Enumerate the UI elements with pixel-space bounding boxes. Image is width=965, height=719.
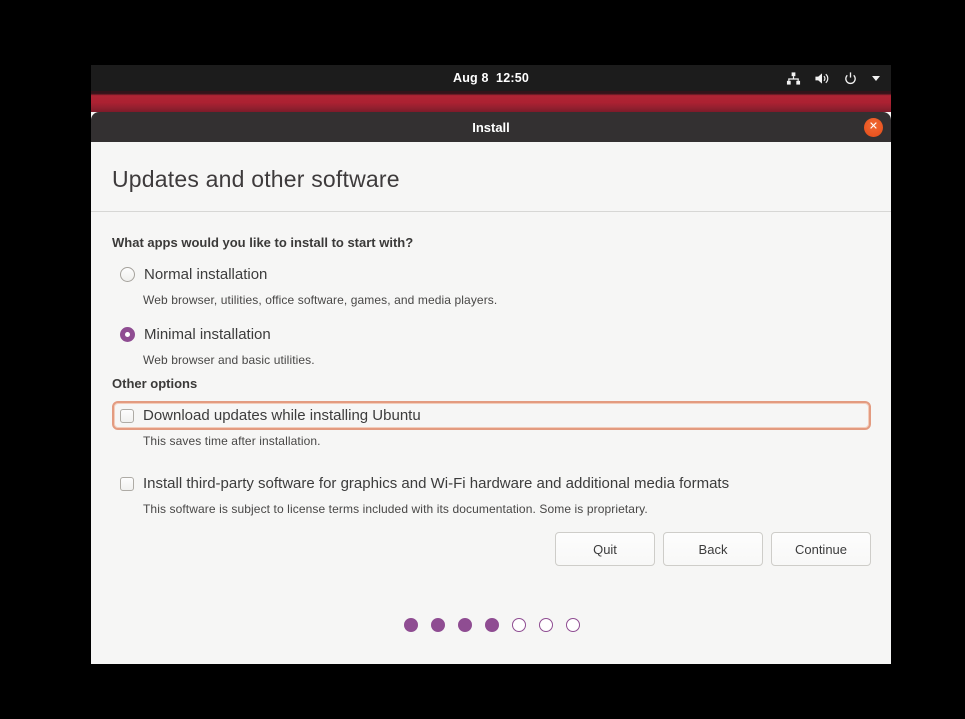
checkbox-row-download-updates[interactable]: Download updates while installing Ubuntu bbox=[112, 401, 871, 430]
close-icon: ✕ bbox=[868, 120, 879, 133]
status-icon-tray[interactable] bbox=[786, 65, 881, 91]
page-title: Updates and other software bbox=[112, 166, 400, 192]
checkbox-label[interactable]: Download updates while installing Ubuntu bbox=[143, 407, 421, 424]
network-icon bbox=[786, 71, 801, 86]
progress-dot bbox=[538, 618, 553, 632]
navigation-buttons: Quit Back Continue bbox=[112, 532, 871, 566]
installer-body: What apps would you like to install to s… bbox=[91, 212, 891, 632]
installer-content: Updates and other software What apps wou… bbox=[91, 142, 891, 664]
window-title: Install bbox=[472, 119, 510, 135]
radio-label[interactable]: Normal installation bbox=[144, 266, 267, 283]
power-icon bbox=[843, 71, 858, 86]
progress-dot bbox=[430, 618, 445, 632]
progress-dot bbox=[484, 618, 499, 632]
progress-dot bbox=[565, 618, 580, 632]
desktop-wallpaper bbox=[91, 91, 891, 112]
gnome-top-bar: Aug 8 12:50 bbox=[91, 65, 891, 91]
clock[interactable]: Aug 8 12:50 bbox=[453, 71, 529, 85]
radio-minimal-installation[interactable] bbox=[120, 327, 135, 342]
checkbox-row-third-party[interactable]: Install third-party software for graphic… bbox=[112, 469, 871, 498]
page-header: Updates and other software bbox=[91, 142, 891, 212]
window-titlebar[interactable]: Install ✕ bbox=[91, 112, 891, 142]
progress-dot bbox=[457, 618, 472, 632]
apps-question: What apps would you like to install to s… bbox=[112, 235, 414, 250]
quit-button[interactable]: Quit bbox=[555, 532, 655, 566]
radio-row-normal-installation[interactable]: Normal installation bbox=[112, 260, 871, 289]
radio-description: Web browser and basic utilities. bbox=[143, 353, 315, 367]
progress-dot bbox=[403, 618, 418, 632]
progress-dots bbox=[112, 618, 871, 632]
checkbox-third-party[interactable] bbox=[120, 476, 134, 491]
radio-row-minimal-installation[interactable]: Minimal installation bbox=[112, 320, 871, 349]
checkbox-download-updates[interactable] bbox=[120, 408, 134, 423]
back-button[interactable]: Back bbox=[663, 532, 763, 566]
radio-description: Web browser, utilities, office software,… bbox=[143, 293, 498, 307]
checkbox-label[interactable]: Install third-party software for graphic… bbox=[143, 475, 729, 492]
radio-normal-installation[interactable] bbox=[120, 267, 135, 282]
desktop-screen: Aug 8 12:50 Install ✕ Updates and other … bbox=[91, 65, 891, 664]
volume-icon bbox=[814, 71, 830, 86]
progress-dot bbox=[511, 618, 526, 632]
checkbox-description: This saves time after installation. bbox=[143, 434, 321, 448]
other-options-heading: Other options bbox=[112, 376, 198, 391]
continue-button[interactable]: Continue bbox=[771, 532, 871, 566]
checkbox-description: This software is subject to license term… bbox=[143, 502, 648, 516]
close-button[interactable]: ✕ bbox=[864, 118, 883, 137]
radio-label[interactable]: Minimal installation bbox=[144, 326, 271, 343]
chevron-down-icon bbox=[871, 74, 881, 82]
